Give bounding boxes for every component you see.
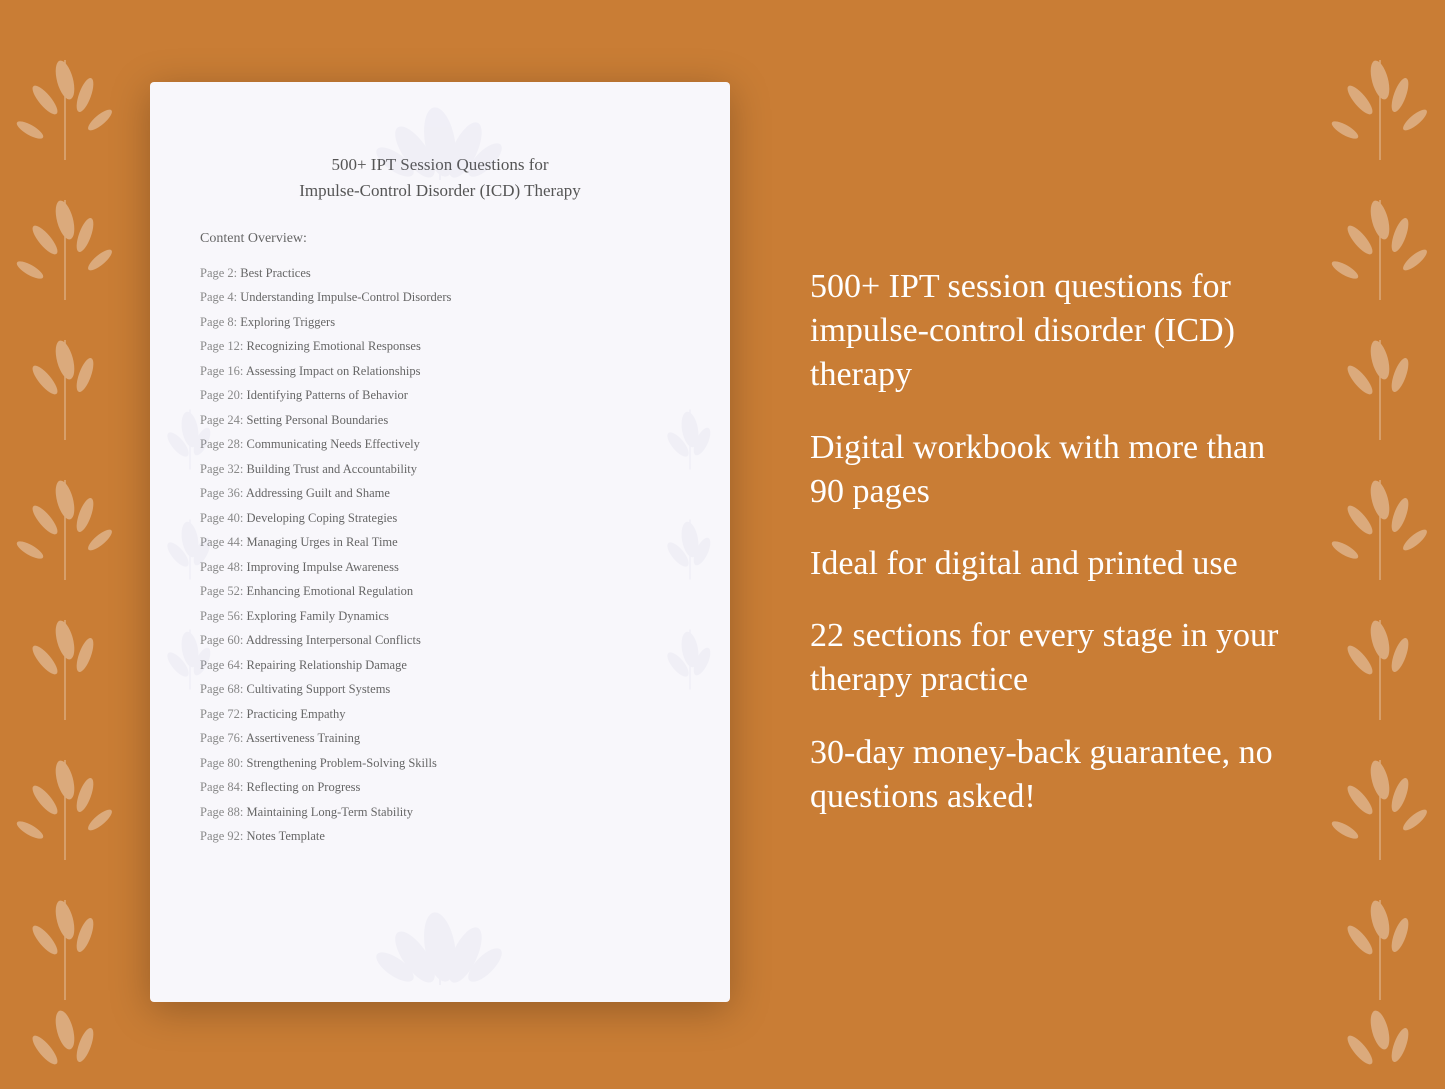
toc-item: Page 72: Practicing Empathy xyxy=(200,702,680,727)
document-card: 500+ IPT Session Questions for Impulse-C… xyxy=(150,82,730,1002)
toc-item: Page 92: Notes Template xyxy=(200,825,680,850)
toc-item: Page 80: Strengthening Problem-Solving S… xyxy=(200,751,680,776)
feature-text: 30-day money-back guarantee, no question… xyxy=(810,731,1295,819)
toc-item: Page 28: Communicating Needs Effectively xyxy=(200,433,680,458)
toc-item: Page 88: Maintaining Long-Term Stability xyxy=(200,800,680,825)
toc-item: Page 12: Recognizing Emotional Responses xyxy=(200,335,680,360)
doc-watermark-bottom xyxy=(340,907,540,992)
feature-text: 500+ IPT session questions for impulse-c… xyxy=(810,265,1295,398)
toc-list: Page 2: Best PracticesPage 4: Understand… xyxy=(200,261,680,849)
toc-item: Page 64: Repairing Relationship Damage xyxy=(200,653,680,678)
toc-item: Page 44: Managing Urges in Real Time xyxy=(200,531,680,556)
feature-text: 22 sections for every stage in your ther… xyxy=(810,614,1295,702)
main-content: 500+ IPT Session Questions for Impulse-C… xyxy=(0,42,1445,1042)
toc-item: Page 60: Addressing Interpersonal Confli… xyxy=(200,629,680,654)
toc-item: Page 20: Identifying Patterns of Behavio… xyxy=(200,384,680,409)
document-title: 500+ IPT Session Questions for Impulse-C… xyxy=(200,152,680,203)
toc-item: Page 24: Setting Personal Boundaries xyxy=(200,408,680,433)
toc-item: Page 52: Enhancing Emotional Regulation xyxy=(200,580,680,605)
toc-item: Page 36: Addressing Guilt and Shame xyxy=(200,482,680,507)
toc-item: Page 76: Assertiveness Training xyxy=(200,727,680,752)
feature-text: Digital workbook with more than 90 pages xyxy=(810,426,1295,514)
toc-item: Page 4: Understanding Impulse-Control Di… xyxy=(200,286,680,311)
feature-text: Ideal for digital and printed use xyxy=(810,542,1295,586)
toc-item: Page 8: Exploring Triggers xyxy=(200,310,680,335)
toc-item: Page 56: Exploring Family Dynamics xyxy=(200,604,680,629)
right-panel: 500+ IPT session questions for impulse-c… xyxy=(790,265,1295,819)
toc-item: Page 48: Improving Impulse Awareness xyxy=(200,555,680,580)
toc-item: Page 84: Reflecting on Progress xyxy=(200,776,680,801)
toc-item: Page 68: Cultivating Support Systems xyxy=(200,678,680,703)
toc-item: Page 32: Building Trust and Accountabili… xyxy=(200,457,680,482)
toc-item: Page 40: Developing Coping Strategies xyxy=(200,506,680,531)
toc-item: Page 2: Best Practices xyxy=(200,261,680,286)
toc-item: Page 16: Assessing Impact on Relationshi… xyxy=(200,359,680,384)
toc-heading: Content Overview: xyxy=(200,231,680,247)
